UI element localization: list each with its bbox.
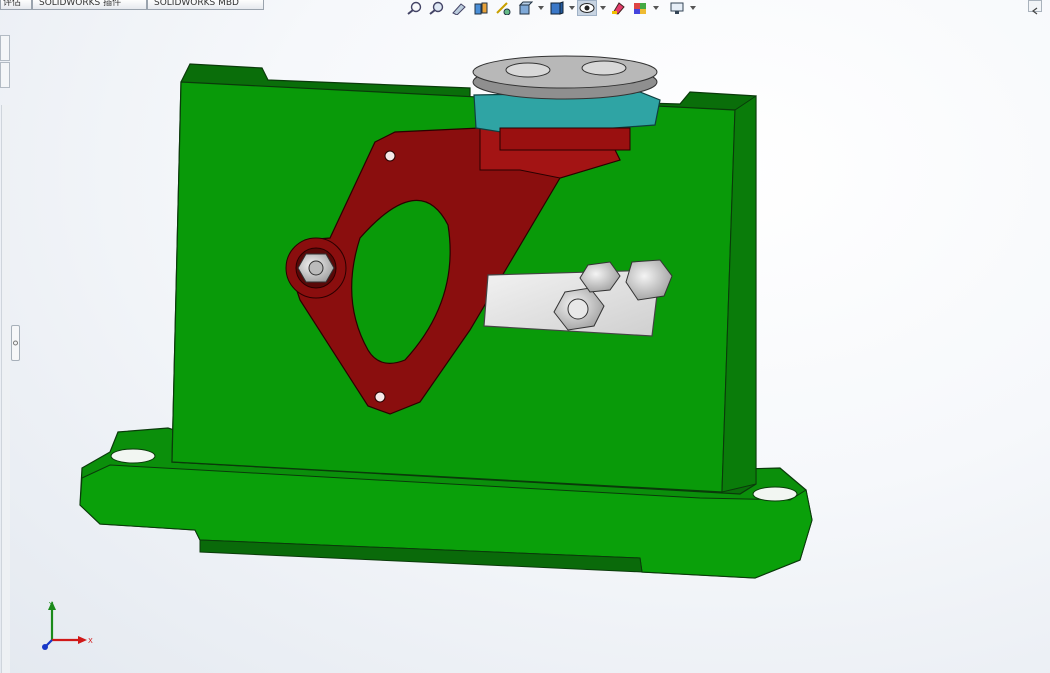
dynamic-annotation-icon[interactable] [493, 0, 513, 16]
view-settings-icon[interactable] [667, 0, 687, 16]
view-orientation-dropdown-icon[interactable] [537, 0, 544, 16]
panel-resize-handle[interactable] [11, 325, 20, 361]
view-settings-dropdown-icon[interactable] [689, 0, 696, 16]
apply-scene-icon[interactable] [630, 0, 650, 16]
display-style-dropdown-icon[interactable] [568, 0, 575, 16]
tab-solidworks-mbd[interactable]: SOLIDWORKS MBD [147, 0, 264, 10]
section-view-icon[interactable] [471, 0, 491, 16]
edit-appearance-icon[interactable] [608, 0, 628, 16]
hide-show-items-icon[interactable] [577, 0, 597, 16]
model-viewport[interactable] [0, 0, 1050, 673]
apply-scene-dropdown-icon[interactable] [652, 0, 659, 16]
zoom-to-area-icon[interactable] [427, 0, 447, 16]
collapse-task-pane-button[interactable] [1028, 0, 1042, 15]
previous-view-icon[interactable] [449, 0, 469, 16]
command-manager-tabs: 评估 SOLIDWORKS 插件 SOLIDWORKS MBD [0, 0, 264, 10]
reference-triad: Y X [42, 601, 93, 650]
panel-scrollbar[interactable] [1, 105, 10, 673]
pivot-nut[interactable] [297, 253, 335, 283]
hide-show-dropdown-icon[interactable] [599, 0, 606, 16]
tab-evaluate[interactable]: 评估 [0, 0, 32, 10]
heads-up-toolbar [405, 0, 696, 16]
zoom-to-fit-icon[interactable] [405, 0, 425, 16]
view-orientation-icon[interactable] [515, 0, 535, 16]
panel-button-2[interactable] [0, 62, 10, 88]
triad-y-label: Y [48, 601, 54, 609]
display-style-icon[interactable] [546, 0, 566, 16]
feature-manager-edge [0, 30, 11, 673]
triad-x-label: X [88, 637, 93, 645]
tab-solidworks-addins[interactable]: SOLIDWORKS 插件 [32, 0, 147, 10]
panel-button-1[interactable] [0, 35, 10, 61]
